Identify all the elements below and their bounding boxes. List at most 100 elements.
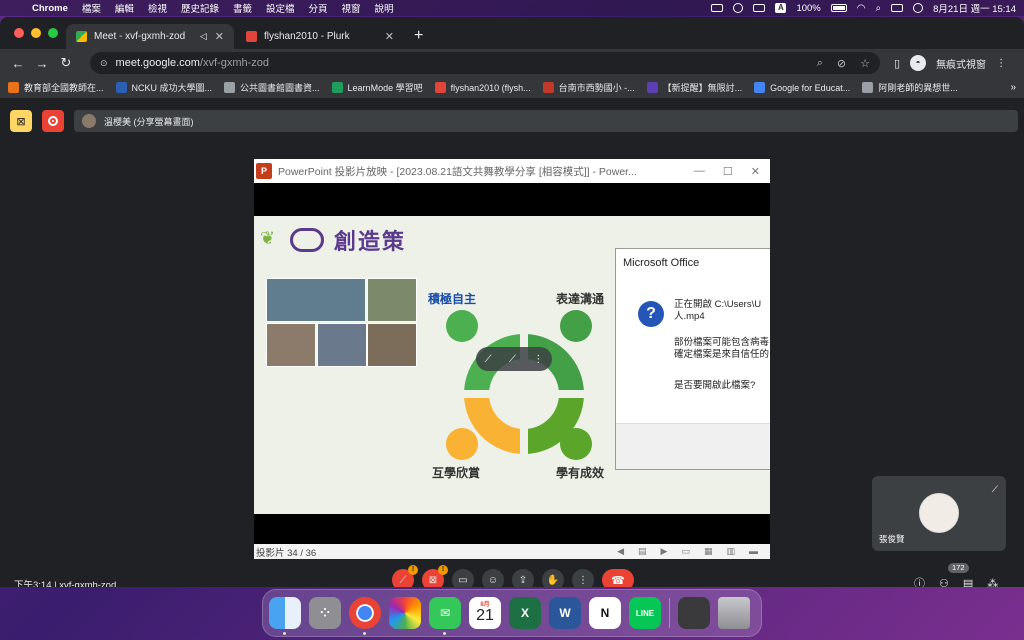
incognito-icon[interactable]: ◓	[910, 55, 927, 71]
mute-tile-icon[interactable]: ⟋	[509, 354, 516, 365]
url-path: /xvf-gxmh-zod	[199, 57, 270, 69]
reload-button[interactable]: ↻	[56, 55, 76, 71]
bookmarks-overflow-icon[interactable]: »	[1010, 82, 1016, 93]
powerpoint-icon: P	[256, 163, 272, 179]
address-bar[interactable]: ⊙ meet.google.com /xvf-gxmh-zod ⌕ ⊘ ☆	[90, 52, 880, 74]
tab-close-icon[interactable]: ✕	[215, 30, 224, 43]
present-button[interactable]: ⇪	[512, 569, 534, 587]
tab-close-icon[interactable]: ✕	[385, 30, 394, 43]
messages-icon[interactable]: ✉	[429, 597, 461, 635]
menu-file[interactable]: 檔案	[82, 1, 101, 15]
chrome-icon[interactable]	[349, 597, 381, 635]
brand-logo-icon	[290, 228, 324, 252]
input-source-icon[interactable]: A	[775, 3, 787, 13]
new-tab-button[interactable]: +	[414, 27, 423, 45]
bookmark-item[interactable]: NCKU 成功大學圖...	[115, 81, 212, 94]
label-mutual-learning: 互學欣賞	[432, 466, 481, 480]
line-status-icon[interactable]	[733, 3, 744, 13]
bookmark-item[interactable]: 台南市西勢國小 -...	[542, 81, 635, 94]
meeting-details-icon[interactable]: ⓘ	[914, 575, 925, 587]
tile-more-icon[interactable]: ⋮	[533, 354, 543, 365]
menu-profiles[interactable]: 設定檔	[266, 1, 295, 15]
menu-window[interactable]: 視窗	[342, 1, 361, 15]
bookmark-item[interactable]: 阿剛老師的異想世...	[862, 81, 958, 94]
captions-icon: ▭	[458, 574, 468, 586]
tab-audio-icon[interactable]: ◁	[200, 31, 207, 42]
battery-icon[interactable]	[830, 4, 847, 12]
menu-view[interactable]: 檢視	[148, 1, 167, 15]
bookmark-item[interactable]: LearnMode 學習吧	[331, 81, 423, 94]
captions-button[interactable]: ▭	[452, 569, 474, 587]
participant-count-badge: 172	[948, 563, 969, 573]
zoom-window-button[interactable]	[48, 28, 58, 38]
minimize-window-button[interactable]	[31, 28, 41, 38]
menu-slide-icon: ▤	[638, 546, 647, 556]
chat-icon[interactable]: ▤	[963, 577, 973, 588]
menubar-app-name[interactable]: Chrome	[32, 3, 68, 14]
reactions-button[interactable]: ☺	[482, 569, 504, 587]
more-options-button[interactable]: ⋮	[572, 569, 594, 587]
screen-mirror-icon[interactable]	[711, 4, 724, 12]
minimized-window-icon[interactable]	[678, 597, 710, 629]
line-icon[interactable]: LINE	[629, 597, 661, 629]
trash-icon[interactable]	[718, 597, 750, 629]
display-icon[interactable]	[753, 4, 766, 12]
meeting-info: 下午3:14 | xvf-gxmh-zod	[14, 580, 117, 587]
close-window-button[interactable]	[14, 28, 24, 38]
more-menu-icon[interactable]: ⋮	[996, 58, 1006, 69]
tab-meet[interactable]: Meet - xvf-gxmh-zod ◁ ✕	[66, 24, 234, 49]
finder-icon[interactable]	[269, 597, 301, 635]
mic-toggle-button[interactable]: ⟋!	[392, 565, 418, 587]
dialog-title: Microsoft Office	[623, 257, 700, 269]
back-button[interactable]: ←	[8, 56, 28, 71]
bookmark-item[interactable]: Google for Educat...	[754, 82, 850, 93]
camera-blocked-icon[interactable]: ⊘	[837, 57, 846, 70]
bookmarks-bar: 教育部全國教師在... NCKU 成功大學圖... 公共圖書館圖書資... Le…	[0, 77, 1024, 99]
menu-history[interactable]: 歷史記錄	[181, 1, 219, 15]
site-info-icon[interactable]: ⊙	[100, 58, 108, 69]
excel-icon[interactable]: X	[509, 597, 541, 629]
participant-tile[interactable]: ⟋ 張俊賢	[872, 476, 1006, 551]
spotlight-icon[interactable]: ⌕	[875, 3, 881, 14]
classroom-photo	[266, 278, 366, 322]
calendar-icon[interactable]: 8月 21	[469, 597, 501, 629]
recording-button[interactable]	[42, 110, 64, 132]
bookmark-item[interactable]: 教育部全國教師在...	[8, 81, 104, 94]
activities-icon[interactable]: ⁂	[987, 577, 998, 588]
slideshow-view-icon: ▬	[749, 546, 758, 556]
photos-icon[interactable]	[389, 597, 421, 629]
chrome-window: Meet - xvf-gxmh-zod ◁ ✕ flyshan2010 - Pl…	[0, 17, 1024, 587]
profile-label[interactable]: 無痕式視窗	[936, 56, 986, 71]
menu-bookmarks[interactable]: 書籤	[233, 1, 252, 15]
menubar-status: A 100% ◠ ⌕ 8月21日 週一 15:14	[711, 1, 1016, 15]
side-panel-icon[interactable]: ▯	[894, 57, 900, 70]
notion-icon[interactable]: N	[589, 597, 621, 629]
macos-menubar: Chrome 檔案 編輯 檢視 歷史記錄 書籤 設定檔 分頁 視窗 說明 A 1…	[0, 0, 1024, 16]
menu-help[interactable]: 說明	[375, 1, 394, 15]
bookmark-item[interactable]: 【新提醒】無限討...	[646, 81, 742, 94]
label-active-autonomy: 積極自主	[428, 292, 477, 306]
camera-warning-button[interactable]: ⊠	[10, 110, 32, 132]
wifi-icon[interactable]: ◠	[857, 3, 866, 14]
raise-hand-button[interactable]: ✋	[542, 569, 564, 587]
control-center-icon[interactable]	[891, 4, 904, 12]
bookmark-star-icon[interactable]: ☆	[860, 57, 870, 70]
leave-call-button[interactable]: ☎	[602, 569, 634, 587]
launchpad-icon[interactable]: ⁘	[309, 597, 341, 629]
menubar-datetime[interactable]: 8月21日 週一 15:14	[933, 1, 1016, 15]
people-icon[interactable]: ⚇	[939, 577, 949, 588]
tab-plurk[interactable]: flyshan2010 - Plurk ✕	[236, 24, 404, 49]
pin-icon[interactable]: ⟋	[485, 354, 492, 365]
forward-button[interactable]: →	[32, 56, 52, 71]
bookmark-item[interactable]: flyshan2010 (flysh...	[434, 82, 531, 93]
bookmark-item[interactable]: 公共圖書館圖書資...	[224, 81, 320, 94]
siri-icon[interactable]	[913, 3, 924, 13]
browser-toolbar: ← → ↻ ⊙ meet.google.com /xvf-gxmh-zod ⌕ …	[0, 49, 1024, 77]
dialog-footer	[616, 423, 770, 469]
menu-edit[interactable]: 編輯	[115, 1, 134, 15]
menu-tab[interactable]: 分頁	[309, 1, 328, 15]
share-overlay-controls: ⟋ ⟋ ⋮	[476, 347, 552, 371]
zoom-icon[interactable]: ⌕	[817, 57, 823, 70]
word-icon[interactable]: W	[549, 597, 581, 629]
camera-toggle-button[interactable]: ⊠!	[422, 565, 448, 587]
